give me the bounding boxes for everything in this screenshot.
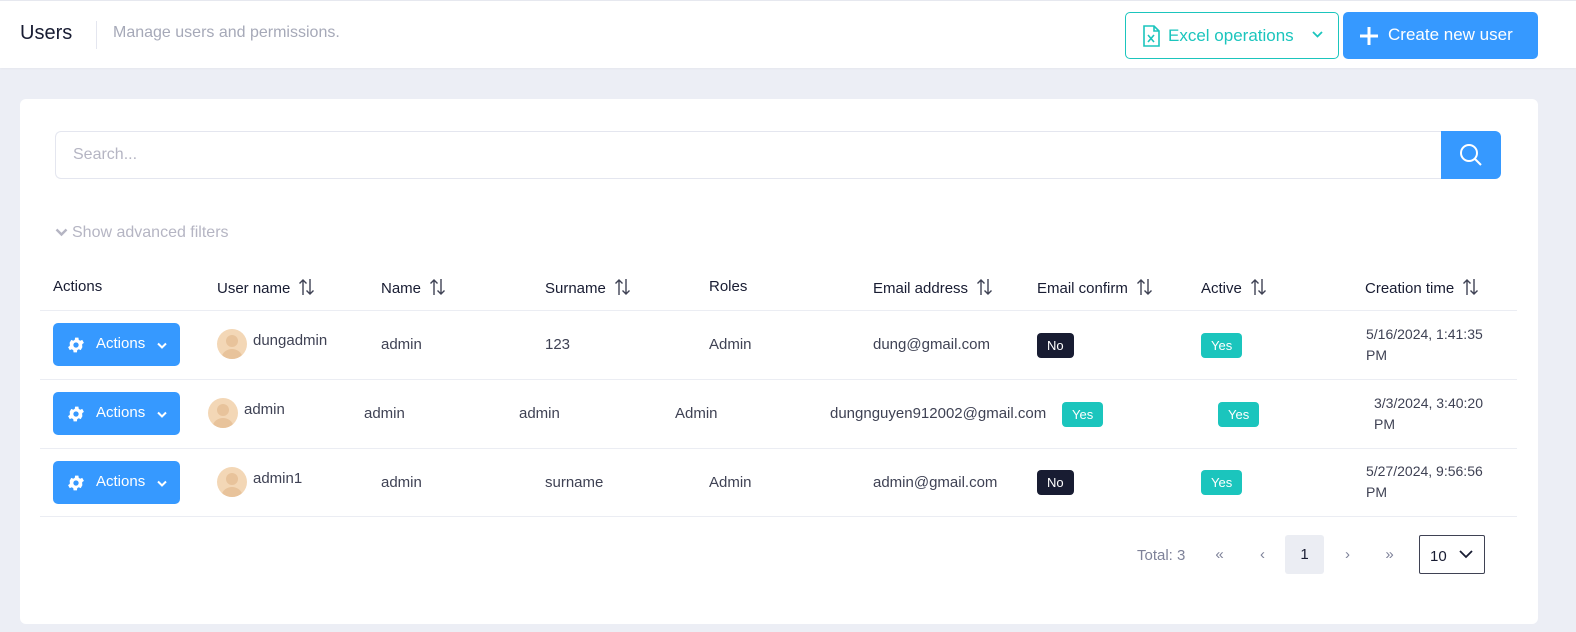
- chevron-down-icon: [156, 339, 168, 357]
- page-subtitle: Manage users and permissions.: [113, 24, 340, 41]
- cell-roles: Admin: [709, 336, 752, 353]
- cell-creation-time: 3/3/2024, 3:40:20 PM: [1374, 395, 1483, 432]
- sort-arrows-icon[interactable]: [429, 278, 446, 300]
- page-size-value: 10: [1430, 548, 1447, 565]
- column-header-email-confirm[interactable]: Email confirm: [1037, 278, 1153, 300]
- next-page-button[interactable]: ›: [1328, 535, 1367, 574]
- plus-icon: [1359, 26, 1379, 51]
- pagination-total: Total: 3: [1137, 547, 1186, 564]
- create-new-user-button[interactable]: Create new user: [1343, 12, 1538, 59]
- row-actions-button[interactable]: Actions: [53, 392, 180, 435]
- row-actions-button[interactable]: Actions: [53, 323, 180, 366]
- cell-username: admin1: [253, 470, 303, 487]
- table-divider: [40, 448, 1517, 449]
- chevron-down-icon: [156, 408, 168, 426]
- row-actions-label: Actions: [96, 335, 146, 352]
- column-header-roles: Roles: [709, 278, 748, 295]
- row-actions-button[interactable]: Actions: [53, 461, 180, 504]
- active-badge: Yes: [1218, 402, 1260, 427]
- cell-username: admin: [244, 401, 285, 418]
- search-button[interactable]: [1441, 131, 1501, 179]
- excel-file-icon: [1142, 25, 1160, 52]
- cell-surname: admin: [519, 405, 560, 422]
- cell-surname: surname: [545, 474, 604, 491]
- cell-roles: Admin: [675, 405, 718, 422]
- search-bar: [55, 131, 1501, 179]
- email-confirm-badge: Yes: [1062, 402, 1104, 427]
- column-header-creation-time[interactable]: Creation time: [1365, 278, 1479, 300]
- active-badge: Yes: [1201, 470, 1243, 495]
- sort-arrows-icon[interactable]: [614, 278, 631, 300]
- active-badge: Yes: [1201, 333, 1243, 358]
- chevron-down-icon: [55, 228, 68, 237]
- gear-icon: [66, 404, 86, 429]
- sort-arrows-icon[interactable]: [1250, 278, 1267, 300]
- table-divider: [40, 379, 1517, 380]
- column-header-active[interactable]: Active: [1201, 278, 1267, 300]
- sort-arrows-icon[interactable]: [1462, 278, 1479, 300]
- page-title: Users: [20, 22, 73, 44]
- cell-email: dungnguyen912002@gmail.com: [830, 405, 1047, 422]
- email-confirm-badge: No: [1037, 333, 1074, 358]
- chevron-down-icon: [156, 477, 168, 495]
- row-actions-label: Actions: [96, 473, 146, 490]
- gear-icon: [66, 335, 86, 360]
- cell-name: admin: [381, 474, 422, 491]
- top-header: Users Manage users and permissions. Exce…: [0, 0, 1576, 68]
- cell-name: admin: [381, 336, 422, 353]
- cell-creation-time: 5/27/2024, 9:56:56 PM: [1366, 463, 1483, 500]
- row-actions-label: Actions: [96, 404, 146, 421]
- excel-operations-button[interactable]: Excel operations: [1125, 12, 1339, 59]
- user-avatar-icon: [208, 398, 238, 428]
- user-avatar-icon: [217, 329, 247, 359]
- user-avatar-icon: [217, 467, 247, 497]
- first-page-button[interactable]: «: [1200, 535, 1239, 574]
- table-divider: [40, 310, 1517, 311]
- search-input[interactable]: [55, 131, 1443, 179]
- last-page-button[interactable]: »: [1370, 535, 1409, 574]
- title-divider: [96, 21, 97, 49]
- cell-name: admin: [364, 405, 405, 422]
- email-confirm-badge: No: [1037, 470, 1074, 495]
- search-icon: [1460, 144, 1482, 166]
- chevron-down-icon: [1459, 550, 1473, 559]
- table-divider: [40, 516, 1517, 517]
- sort-arrows-icon[interactable]: [976, 278, 993, 300]
- gear-icon: [66, 473, 86, 498]
- cell-email: dung@gmail.com: [873, 336, 990, 353]
- excel-operations-label: Excel operations: [1168, 26, 1294, 45]
- cell-email: admin@gmail.com: [873, 474, 998, 491]
- chevron-down-icon: [1311, 28, 1324, 46]
- page-size-select[interactable]: 10: [1419, 535, 1485, 574]
- column-header-email-address[interactable]: Email address: [873, 278, 993, 300]
- sort-arrows-icon[interactable]: [298, 278, 315, 300]
- cell-username: dungadmin: [253, 332, 328, 349]
- cell-creation-time: 5/16/2024, 1:41:35 PM: [1366, 326, 1483, 363]
- create-new-user-label: Create new user: [1388, 25, 1513, 44]
- sort-arrows-icon[interactable]: [1136, 278, 1153, 300]
- advanced-filters-label: Show advanced filters: [72, 224, 229, 241]
- page-number-button[interactable]: 1: [1285, 535, 1324, 574]
- cell-surname: 123: [545, 336, 571, 353]
- column-header-user-name[interactable]: User name: [217, 278, 315, 300]
- column-header-actions: Actions: [53, 278, 103, 295]
- previous-page-button[interactable]: ‹: [1243, 535, 1282, 574]
- column-header-surname[interactable]: Surname: [545, 278, 631, 300]
- cell-roles: Admin: [709, 474, 752, 491]
- column-header-name[interactable]: Name: [381, 278, 446, 300]
